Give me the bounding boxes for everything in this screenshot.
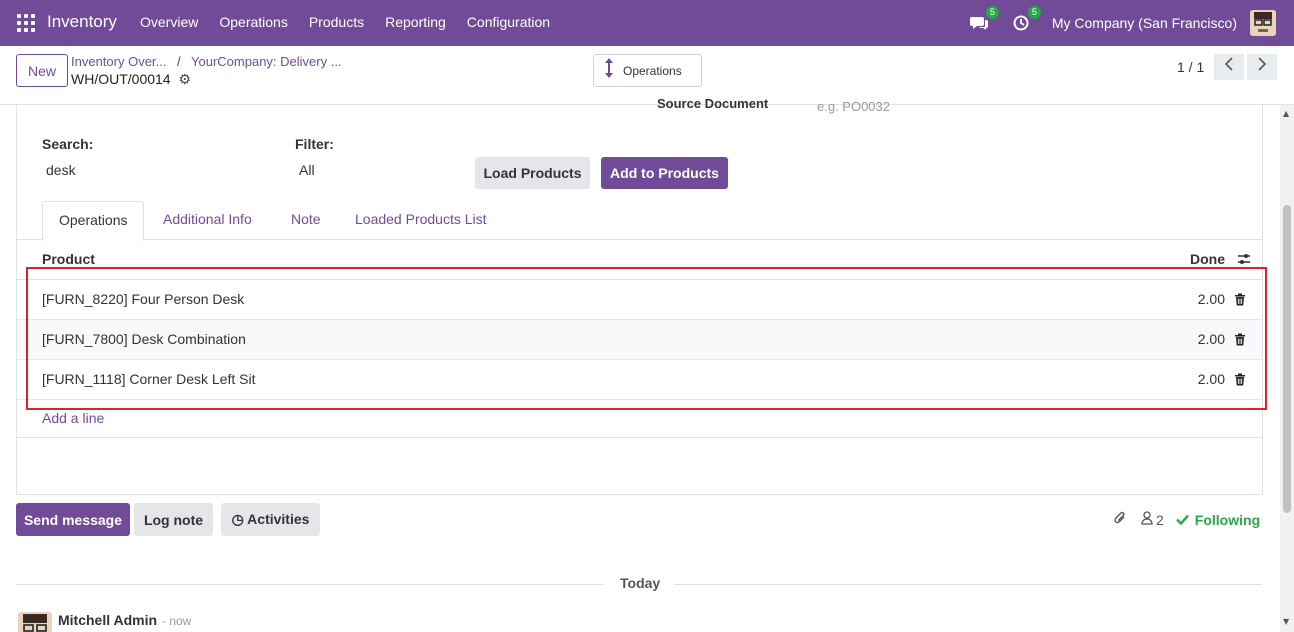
menu-overview[interactable]: Overview [140, 14, 198, 30]
paperclip-icon[interactable] [1113, 510, 1127, 529]
optional-columns-icon[interactable] [1237, 252, 1251, 270]
source-document-label: Source Document [657, 96, 769, 111]
scroll-up-arrow-icon[interactable]: ▲ [1283, 109, 1289, 118]
row-done: 2.00 [1197, 331, 1225, 347]
chatter-topbar-right: 2 Following [1113, 510, 1260, 529]
operations-smart-label: Operations [623, 63, 682, 78]
list-header: Product Done [17, 240, 1262, 280]
app-name[interactable]: Inventory [47, 12, 117, 32]
tab-additional-info[interactable]: Additional Info [147, 201, 268, 240]
control-panel: New Inventory Over... / YourCompany: Del… [0, 46, 1294, 105]
top-navbar: Inventory Overview Operations Products R… [0, 0, 1294, 46]
trash-icon[interactable] [1234, 293, 1246, 310]
scrollbar-thumb[interactable] [1283, 205, 1291, 513]
search-input[interactable]: desk [46, 162, 76, 178]
new-button[interactable]: New [16, 54, 68, 87]
column-product-header[interactable]: Product [42, 251, 95, 267]
check-icon [1175, 512, 1189, 528]
gear-icon[interactable]: ⚙ [178, 71, 191, 88]
trash-icon[interactable] [1234, 373, 1246, 390]
menu-reporting[interactable]: Reporting [385, 14, 446, 30]
row-product: [FURN_7800] Desk Combination [42, 331, 246, 347]
source-document-input[interactable]: e.g. PO0032 [817, 99, 890, 114]
tab-note[interactable]: Note [275, 201, 337, 240]
row-product: [FURN_1118] Corner Desk Left Sit [42, 371, 256, 387]
filter-select[interactable]: All [299, 162, 315, 178]
tab-loaded-products-list[interactable]: Loaded Products List [339, 201, 503, 240]
user-avatar[interactable] [1250, 10, 1276, 36]
pager-next-button[interactable] [1247, 54, 1277, 80]
trash-icon[interactable] [1234, 333, 1246, 350]
main-menu: Overview Operations Products Reporting C… [140, 14, 571, 30]
message-author-avatar[interactable] [18, 612, 52, 632]
add-to-products-button[interactable]: Add to Products [601, 157, 728, 189]
add-a-line-link[interactable]: Add a line [42, 410, 104, 426]
pager-value[interactable]: 1 / 1 [1177, 59, 1204, 75]
breadcrumb-delivery[interactable]: YourCompany: Delivery ... [191, 54, 342, 69]
activities-label: Activities [247, 511, 310, 527]
scroll-down-arrow-icon[interactable]: ▼ [1283, 617, 1289, 626]
navbar-systray: 5 5 My Company (San Francisco) [968, 0, 1294, 46]
activities-badge: 5 [1027, 6, 1041, 19]
record-name: WH/OUT/00014 ⚙ [71, 71, 191, 88]
message-time: - now [162, 614, 192, 628]
load-products-button[interactable]: Load Products [475, 157, 590, 189]
row-done: 2.00 [1197, 291, 1225, 307]
table-row[interactable]: [FURN_7800] Desk Combination 2.00 [17, 320, 1262, 360]
send-message-button[interactable]: Send message [16, 503, 130, 536]
row-done: 2.00 [1197, 371, 1225, 387]
breadcrumb-inventory-overview[interactable]: Inventory Over... [71, 54, 166, 69]
operations-smart-button[interactable]: Operations [593, 54, 702, 87]
table-row[interactable]: [FURN_8220] Four Person Desk 2.00 [17, 280, 1262, 320]
followers-count[interactable]: 2 [1156, 512, 1164, 528]
page-scrollbar[interactable]: ▲ ▼ [1280, 105, 1294, 632]
pager-previous-button[interactable] [1214, 54, 1244, 80]
filter-label: Filter: [295, 136, 334, 152]
transfer-arrows-icon [604, 58, 614, 83]
log-note-button[interactable]: Log note [134, 503, 213, 536]
search-label: Search: [42, 136, 94, 152]
row-product: [FURN_8220] Four Person Desk [42, 291, 245, 307]
date-divider-label: Today [620, 575, 661, 591]
date-divider-left [16, 584, 604, 585]
message-author[interactable]: Mitchell Admin [58, 612, 157, 628]
messages-icon[interactable]: 5 [968, 6, 999, 34]
record-title: WH/OUT/00014 [71, 71, 171, 87]
menu-operations[interactable]: Operations [219, 14, 287, 30]
column-done-header[interactable]: Done [1190, 251, 1225, 267]
list-bottom-border [17, 437, 1262, 438]
following-button[interactable]: Following [1195, 512, 1260, 528]
followers-icon[interactable] [1141, 511, 1153, 528]
form-sheet: Source Document e.g. PO0032 Search: desk… [16, 96, 1263, 495]
tab-operations[interactable]: Operations [42, 201, 145, 241]
menu-configuration[interactable]: Configuration [467, 14, 550, 30]
notebook-tabs: Operations Additional Info Note Loaded P… [17, 201, 1262, 241]
breadcrumb: Inventory Over... / YourCompany: Deliver… [71, 54, 342, 69]
menu-products[interactable]: Products [309, 14, 364, 30]
breadcrumb-separator: / [177, 54, 181, 69]
clock-icon: ◷ [231, 511, 248, 527]
activities-button[interactable]: ◷ Activities [221, 503, 320, 536]
table-row[interactable]: [FURN_1118] Corner Desk Left Sit 2.00 [17, 360, 1262, 400]
apps-grid-icon[interactable] [17, 14, 35, 32]
date-divider-right [674, 584, 1262, 585]
activities-clock-icon[interactable]: 5 [1010, 6, 1041, 34]
messages-badge: 5 [985, 6, 999, 19]
company-switcher[interactable]: My Company (San Francisco) [1052, 15, 1237, 31]
